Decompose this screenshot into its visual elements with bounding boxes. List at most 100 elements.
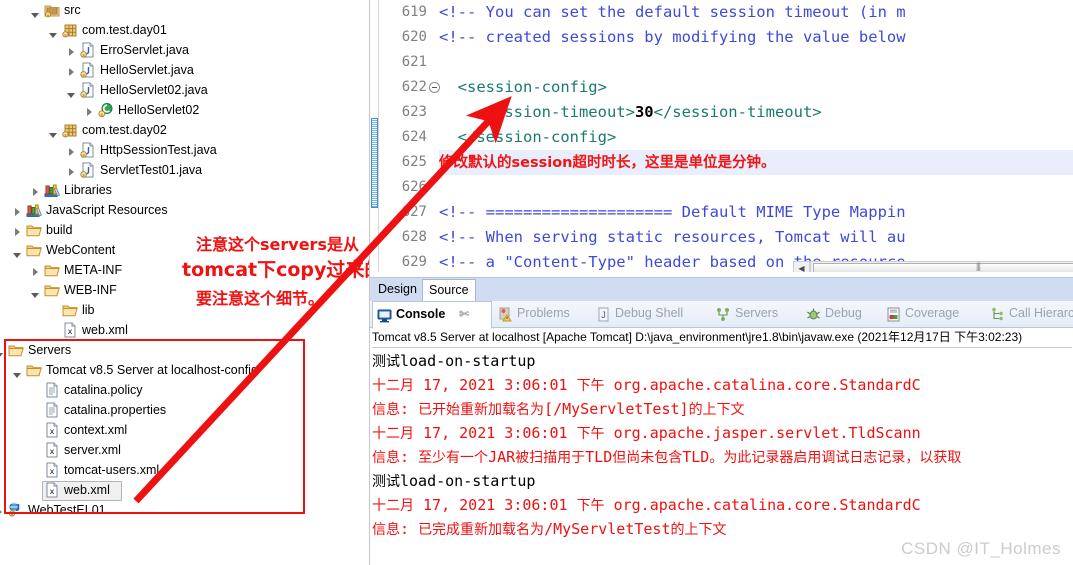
tree-item-label: ServletTest01.java xyxy=(100,163,203,177)
chevron-down-icon[interactable] xyxy=(30,280,40,300)
console-text: 测试 xyxy=(372,474,400,490)
tree-item[interactable]: HelloServlet02.java xyxy=(0,80,370,100)
java-file-icon xyxy=(80,42,96,58)
tree-item-label: HelloServlet.java xyxy=(100,63,194,77)
console-text: 信息 xyxy=(372,522,400,538)
console-text: 十二月 xyxy=(372,378,414,394)
tree-item[interactable]: Libraries xyxy=(0,180,370,200)
chevron-down-icon[interactable] xyxy=(30,0,40,20)
tree-item[interactable]: ServletTest01.java xyxy=(0,160,370,180)
tree-item-label: lib xyxy=(82,303,95,317)
debug-shell-icon: J xyxy=(596,306,611,322)
tree-item[interactable]: com.test.day01 xyxy=(0,20,370,40)
tree-item[interactable]: HttpSessionTest.java xyxy=(0,140,370,160)
chevron-right-icon[interactable] xyxy=(66,40,76,60)
chevron-right-icon[interactable] xyxy=(66,160,76,180)
console-pane[interactable]: Console ✄ Problems J Debug Shell Servers… xyxy=(370,301,1073,565)
editor-annotation-ruler[interactable] xyxy=(370,0,379,272)
line-number: 620 xyxy=(401,29,427,45)
editor-horizontal-scrollbar[interactable]: ◀ xyxy=(793,261,1073,272)
coverage-icon xyxy=(886,306,901,322)
svg-text:x: x xyxy=(50,467,55,476)
console-text: 测试 xyxy=(372,354,400,370)
console-text: 十二月 xyxy=(372,498,414,514)
tree-item[interactable]: x context.xml xyxy=(0,420,370,440)
console-text: : xyxy=(400,520,419,538)
tab-problems[interactable]: Problems xyxy=(494,301,590,326)
tab-servers-label: Servers xyxy=(735,306,779,320)
tree-item-label: HttpSessionTest.java xyxy=(100,143,217,157)
console-text: 十二月 xyxy=(372,426,414,442)
svg-text:x: x xyxy=(50,447,55,456)
console-output[interactable]: 测试load-on-startup 十二月 17, 2021 3:06:01 下午… xyxy=(372,349,1072,565)
tree-item[interactable]: ErroServlet.java xyxy=(0,40,370,60)
tree-item[interactable]: HelloServlet.java xyxy=(0,60,370,80)
tab-servers[interactable]: Servers xyxy=(712,301,800,326)
editor-view-tabs[interactable]: Design Source xyxy=(370,277,1073,302)
tree-item[interactable]: com.test.day02 xyxy=(0,120,370,140)
chevron-down-icon[interactable] xyxy=(66,80,76,100)
line-number: 624 xyxy=(401,129,427,145)
tree-item[interactable]: x web.xml xyxy=(0,320,370,340)
text-file-icon xyxy=(44,382,60,398)
chevron-right-icon[interactable] xyxy=(66,140,76,160)
tree-item-label: WebContent xyxy=(46,243,116,257)
code-text-area[interactable]: <!-- You can set the default session tim… xyxy=(439,0,1073,272)
console-text: 的上下文 xyxy=(688,402,745,418)
console-text: 下午 xyxy=(576,378,605,394)
chevron-right-icon[interactable] xyxy=(12,200,22,220)
tree-item-label: HelloServlet02.java xyxy=(100,83,208,97)
tab-design[interactable]: Design xyxy=(372,279,423,301)
tab-source[interactable]: Source xyxy=(422,279,476,301)
line-number: 627 xyxy=(401,204,427,220)
tree-item[interactable]: HelloServlet02 xyxy=(0,100,370,120)
tree-item-label: catalina.policy xyxy=(64,383,143,397)
tree-item[interactable]: x server.xml xyxy=(0,440,370,460)
tree-item[interactable]: JavaScript Resources xyxy=(0,200,370,220)
console-text: : xyxy=(400,400,419,418)
servers-icon xyxy=(716,306,731,321)
fold-toggle-icon[interactable] xyxy=(429,82,440,93)
chevron-right-icon[interactable] xyxy=(84,100,94,120)
console-text: org.apache.catalina.core.StandardC xyxy=(604,496,921,514)
folder-icon xyxy=(26,222,42,238)
tab-debug[interactable]: Debug xyxy=(802,301,882,326)
tree-item[interactable]: catalina.policy xyxy=(0,380,370,400)
chevron-down-icon[interactable] xyxy=(48,120,58,140)
chevron-right-icon[interactable] xyxy=(30,180,40,200)
tree-item[interactable]: src xyxy=(0,0,370,20)
tree-item[interactable]: WebTestEL01 xyxy=(0,500,370,520)
chevron-down-icon[interactable] xyxy=(48,20,58,40)
tree-item-label: build xyxy=(46,223,73,237)
scroll-left-button[interactable]: ◀ xyxy=(793,261,810,272)
line-number: 626 xyxy=(401,179,427,195)
close-icon[interactable]: ✄ xyxy=(459,302,469,326)
tab-debug-shell[interactable]: J Debug Shell xyxy=(592,301,710,326)
chevron-right-icon[interactable] xyxy=(0,500,4,520)
tab-coverage[interactable]: Coverage xyxy=(882,301,986,326)
source-editor-pane[interactable]: <!-- You can set the default session tim… xyxy=(370,0,1073,272)
chevron-down-icon[interactable] xyxy=(0,340,4,360)
tree-item[interactable]: x web.xml xyxy=(0,480,370,501)
tab-console[interactable]: Console ✄ xyxy=(372,301,492,329)
console-tab-bar[interactable]: Console ✄ Problems J Debug Shell Servers… xyxy=(370,301,1073,329)
package-icon xyxy=(62,22,78,38)
tab-call-hierarchy[interactable]: Call Hierarchy xyxy=(986,301,1073,326)
java-file-icon xyxy=(80,82,96,98)
code-token: <session-config> xyxy=(439,78,607,96)
chevron-right-icon[interactable] xyxy=(12,220,22,240)
tree-item[interactable]: catalina.properties xyxy=(0,400,370,420)
tree-item[interactable]: Tomcat v8.5 Server at localhost-config xyxy=(0,360,370,380)
horizontal-scroll-thumb[interactable] xyxy=(813,263,1073,272)
code-token: 30 xyxy=(634,103,654,121)
svg-text:x: x xyxy=(68,327,73,336)
tree-item[interactable]: Servers xyxy=(0,340,370,360)
chevron-down-icon[interactable] xyxy=(12,240,22,260)
package-explorer-panel[interactable]: src com.test.day01 ErroServlet.java HelloSe… xyxy=(0,0,370,565)
chevron-right-icon[interactable] xyxy=(30,260,40,280)
tree-item[interactable]: x tomcat-users.xml xyxy=(0,460,370,480)
chevron-down-icon[interactable] xyxy=(12,360,22,380)
vertical-scroll-thumb[interactable] xyxy=(371,118,378,208)
code-token: 修改默认的session超时时长，这里是单位是分钟。 xyxy=(439,155,776,171)
chevron-right-icon[interactable] xyxy=(66,60,76,80)
